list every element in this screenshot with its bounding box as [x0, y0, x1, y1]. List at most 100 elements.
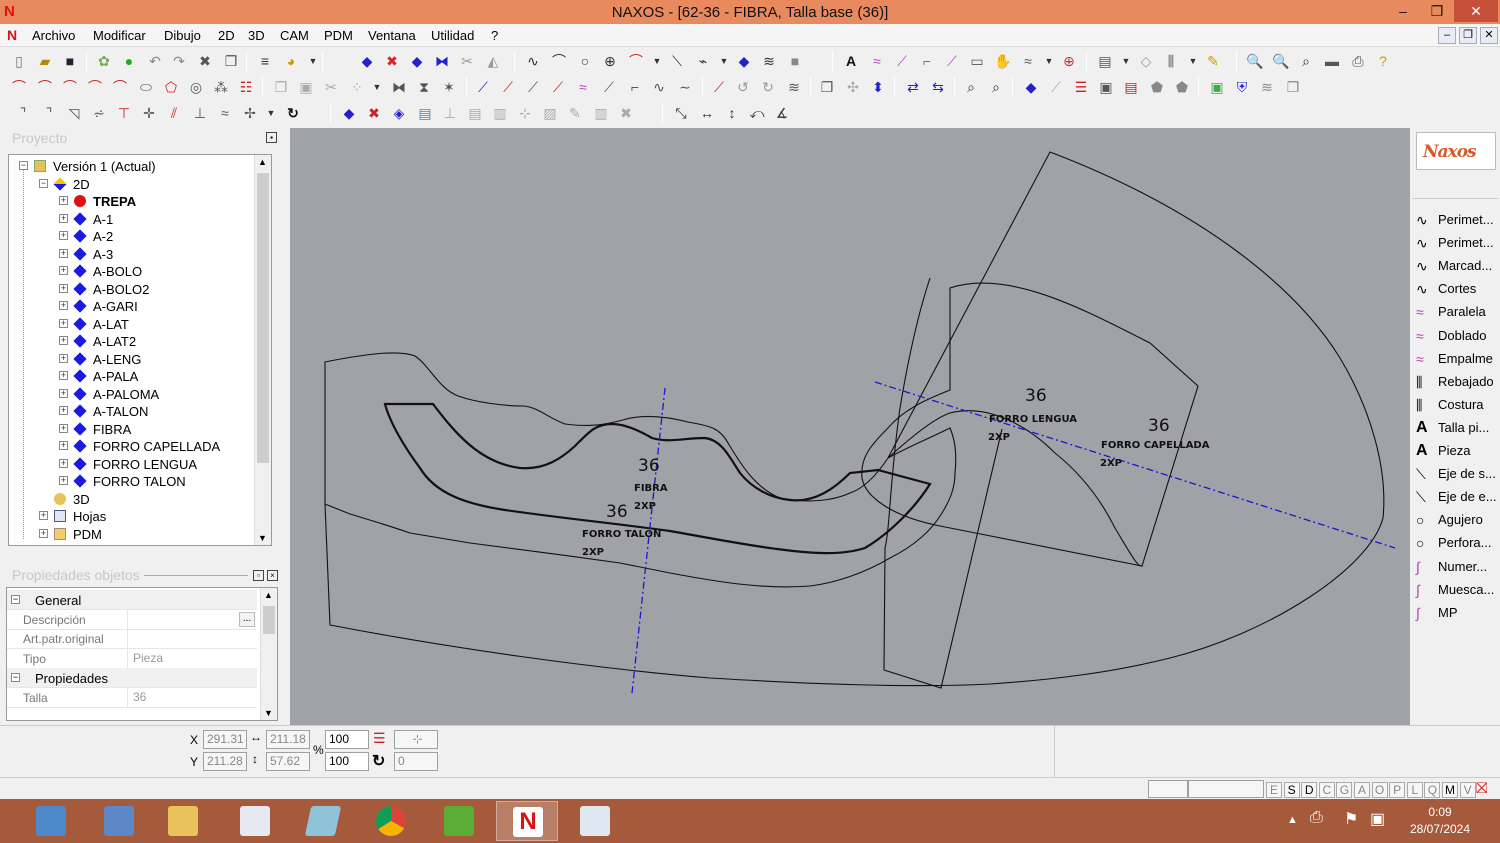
polygon-icon[interactable]: ⬠ [162, 78, 180, 96]
open-folder-icon[interactable]: ▰ [36, 52, 54, 70]
drawing-canvas[interactable]: 36 FIBRA 2XP 36 FORRO TALON 2XP 36 FORRO… [290, 128, 1410, 725]
palette-icon[interactable]: ◕ [282, 52, 300, 70]
double-diamond-icon[interactable]: ◆ [340, 104, 358, 122]
network-tray-icon[interactable]: ▣ [1370, 809, 1385, 829]
taskbar-scanner[interactable] [564, 801, 626, 841]
props-scrollbar[interactable]: ▲ ▼ [260, 588, 277, 720]
property-group[interactable]: − General [7, 590, 257, 610]
table-icon[interactable]: ▤ [466, 104, 484, 122]
expand-icon[interactable]: + [59, 458, 68, 468]
arc-angle-icon[interactable]: ⌒ [86, 78, 104, 96]
menu-3d[interactable]: 3D [248, 28, 265, 43]
red-line-icon[interactable]: ⟋ [499, 78, 517, 96]
zoom-in-icon[interactable]: ⌕ [962, 78, 980, 96]
expand-icon[interactable]: + [59, 423, 68, 433]
taskbar-explorer[interactable] [88, 801, 150, 841]
scale-icon[interactable]: ✣ [844, 78, 862, 96]
shape-icon[interactable]: ⬟ [1148, 78, 1166, 96]
status-toggle-m[interactable]: M [1442, 782, 1458, 798]
status-toggle-p[interactable]: P [1389, 782, 1406, 798]
cancel-icon[interactable]: ✖ [383, 52, 401, 70]
expand-icon[interactable]: + [59, 318, 68, 328]
cut-line-icon[interactable]: ⟋ [710, 78, 728, 96]
expand-icon[interactable]: + [59, 353, 68, 363]
unlink-icon[interactable]: ⇆ [929, 78, 947, 96]
apply-transform-button[interactable]: ⊹ [394, 730, 438, 749]
restore-button[interactable]: ❐ [1420, 0, 1454, 22]
node-icon[interactable]: ◆ [735, 52, 753, 70]
corner-2-icon[interactable]: ⌝ [40, 104, 58, 122]
scale-x-field[interactable]: 100 [325, 730, 369, 749]
expand-icon[interactable]: + [59, 301, 68, 310]
group-icon[interactable]: ⁘ [348, 78, 366, 96]
dropdown-arrow-icon[interactable]: ▼ [1040, 52, 1058, 70]
menu-utilidad[interactable]: Utilidad [431, 28, 474, 43]
insert-node-icon[interactable]: ◈ [390, 104, 408, 122]
curve-tool-icon[interactable]: ⌒ [550, 52, 568, 70]
shield-icon[interactable]: ⛨ [1233, 78, 1251, 96]
expand-icon[interactable]: + [59, 266, 68, 275]
collapse-icon[interactable]: − [39, 178, 48, 188]
corner-icon[interactable]: ⌝ [14, 104, 32, 122]
status-toggle-q[interactable]: Q [1424, 782, 1441, 798]
tool-text-button[interactable]: A Pieza [1414, 440, 1498, 462]
expand-icon[interactable]: + [59, 371, 68, 380]
pages-icon[interactable]: ❐ [1284, 78, 1302, 96]
property-value[interactable]: Pieza [127, 648, 257, 668]
tree-scroll-thumb[interactable] [257, 173, 269, 463]
offset-icon[interactable]: ⟋ [893, 52, 911, 70]
property-value[interactable] [127, 629, 257, 649]
delete-icon[interactable]: ✖ [196, 52, 214, 70]
trim-icon[interactable]: ⟋ [943, 52, 961, 70]
expand-icon[interactable]: + [39, 511, 48, 520]
tree-scrollbar[interactable]: ▲ ▼ [254, 155, 271, 545]
undo-icon[interactable]: ↶ [146, 52, 164, 70]
clear-icon[interactable]: ✖ [617, 104, 635, 122]
menu-modificar[interactable]: Modificar [93, 28, 146, 43]
close-panel-icon[interactable]: × [267, 570, 278, 581]
columns-icon[interactable]: ▥ [491, 104, 509, 122]
ruler-icon[interactable]: ▬ [1323, 52, 1341, 70]
property-group[interactable]: − Propiedades [7, 668, 257, 689]
dropdown-arrow-icon[interactable]: ▼ [304, 52, 322, 70]
rotate-left-icon[interactable]: ↺ [734, 78, 752, 96]
scroll-down-icon[interactable]: ▼ [264, 708, 273, 718]
anchor-icon[interactable]: ⊥ [441, 104, 459, 122]
zoom-out-icon[interactable]: ⌕ [987, 78, 1005, 96]
status-toggle-g[interactable]: G [1336, 782, 1353, 798]
dock-icon[interactable]: ▫ [253, 570, 264, 581]
freehand-icon[interactable]: ≈ [868, 52, 886, 70]
flag-tray-icon[interactable]: ⚑ [1344, 809, 1358, 829]
scroll-up-icon[interactable]: ▲ [264, 590, 273, 600]
measure-v-icon[interactable]: ↕ [723, 104, 741, 122]
page-corner-icon[interactable]: ◹ [65, 104, 83, 122]
line-icon[interactable]: ⟍ [668, 52, 686, 70]
tool-curve-button[interactable]: ∿ Perimet... [1414, 209, 1498, 231]
taskbar-paint[interactable] [224, 801, 286, 841]
tool-fold-button[interactable]: ≈ Doblado [1414, 325, 1498, 347]
paste-icon[interactable]: ▣ [297, 78, 315, 96]
shape-2-icon[interactable]: ⬟ [1173, 78, 1191, 96]
rotate-right-icon[interactable]: ↻ [759, 78, 777, 96]
save-icon[interactable]: ■ [61, 52, 79, 70]
tool-axis-button[interactable]: ⟍ Eje de e... [1414, 486, 1498, 508]
tool-number-button[interactable]: ∫ Numer... [1414, 556, 1498, 578]
mdi-minimize-button[interactable]: – [1438, 27, 1456, 44]
dots-icon[interactable]: ⁂ [212, 78, 230, 96]
tool-notch-button[interactable]: ∫ Muesca... [1414, 579, 1498, 601]
mdi-close-button[interactable]: ✕ [1480, 27, 1498, 44]
seam-allowance-icon[interactable]: ⩫ [90, 104, 108, 122]
eraser-icon[interactable]: ◭ [484, 52, 502, 70]
measure-h-icon[interactable]: ↔ [698, 104, 716, 122]
taskbar-chrome[interactable] [360, 801, 422, 841]
taskbar-notes[interactable] [292, 801, 354, 841]
menu-2d[interactable]: 2D [218, 28, 235, 43]
flip-v-icon[interactable]: ⧗ [415, 78, 433, 96]
properties-grid[interactable]: ▲ ▼ − General Descripción... Art.patr.origi… [6, 587, 278, 721]
project-tree[interactable]: ▲ ▼ − Versión 1 (Actual) −2D + TREPA + A-1 + A-2… [8, 154, 272, 546]
spiral-icon[interactable]: ◎ [187, 78, 205, 96]
pin-icon[interactable]: ▪ [266, 132, 277, 143]
flip-h-icon[interactable]: ⧓ [390, 78, 408, 96]
document-icon[interactable]: ▤ [416, 104, 434, 122]
curve-offset-icon[interactable]: ≈ [574, 78, 592, 96]
